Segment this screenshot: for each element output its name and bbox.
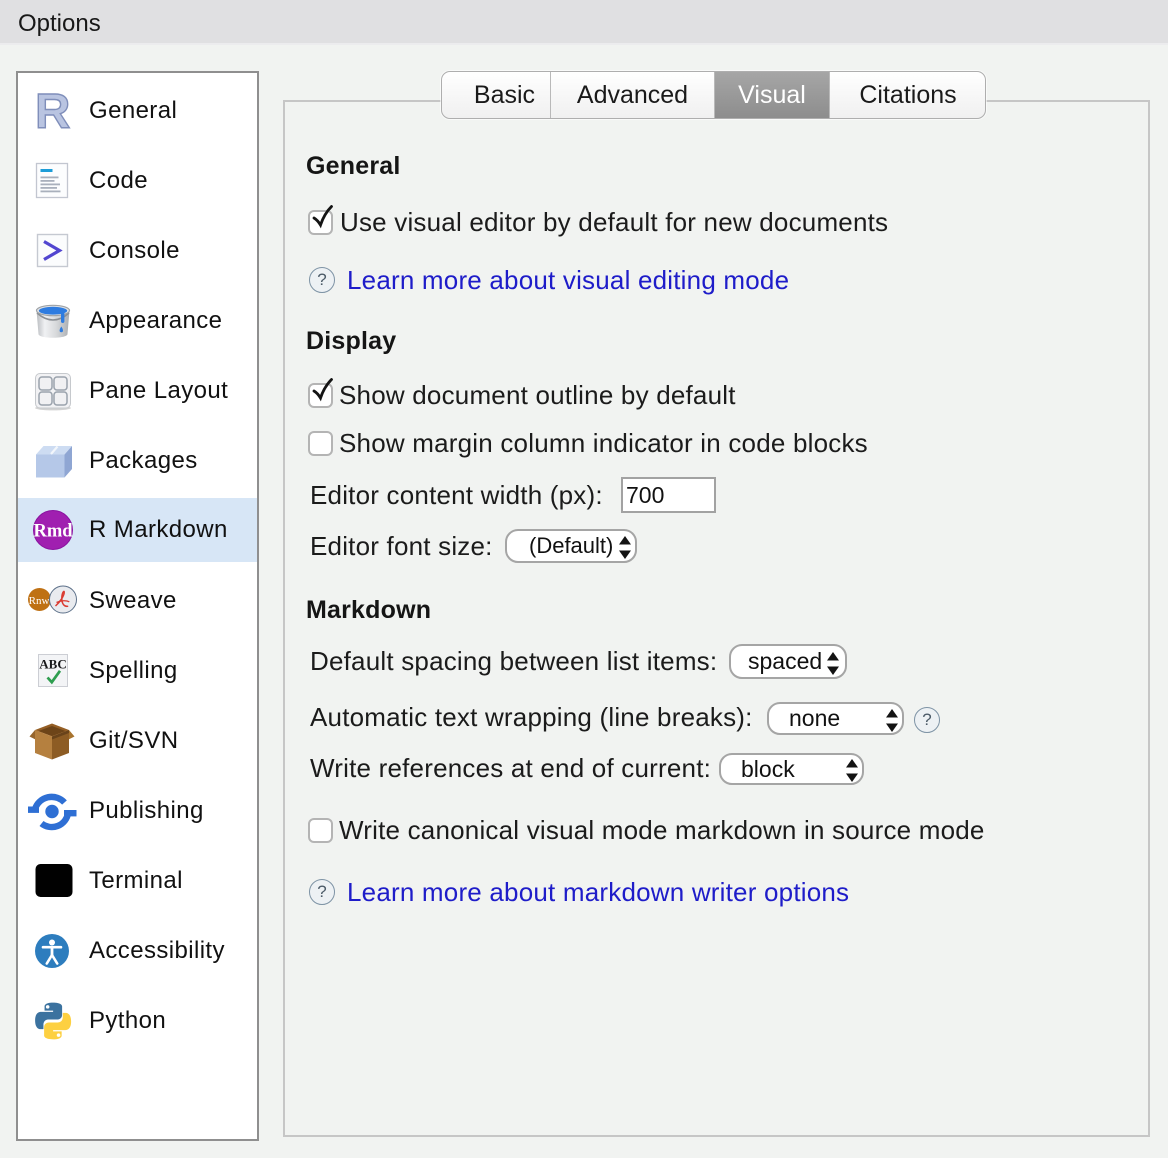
svg-text:Rmd: Rmd [33,522,73,542]
svg-text:Rnw: Rnw [29,595,50,607]
svg-text:R: R [35,85,70,139]
svg-text:ABC: ABC [39,657,66,672]
